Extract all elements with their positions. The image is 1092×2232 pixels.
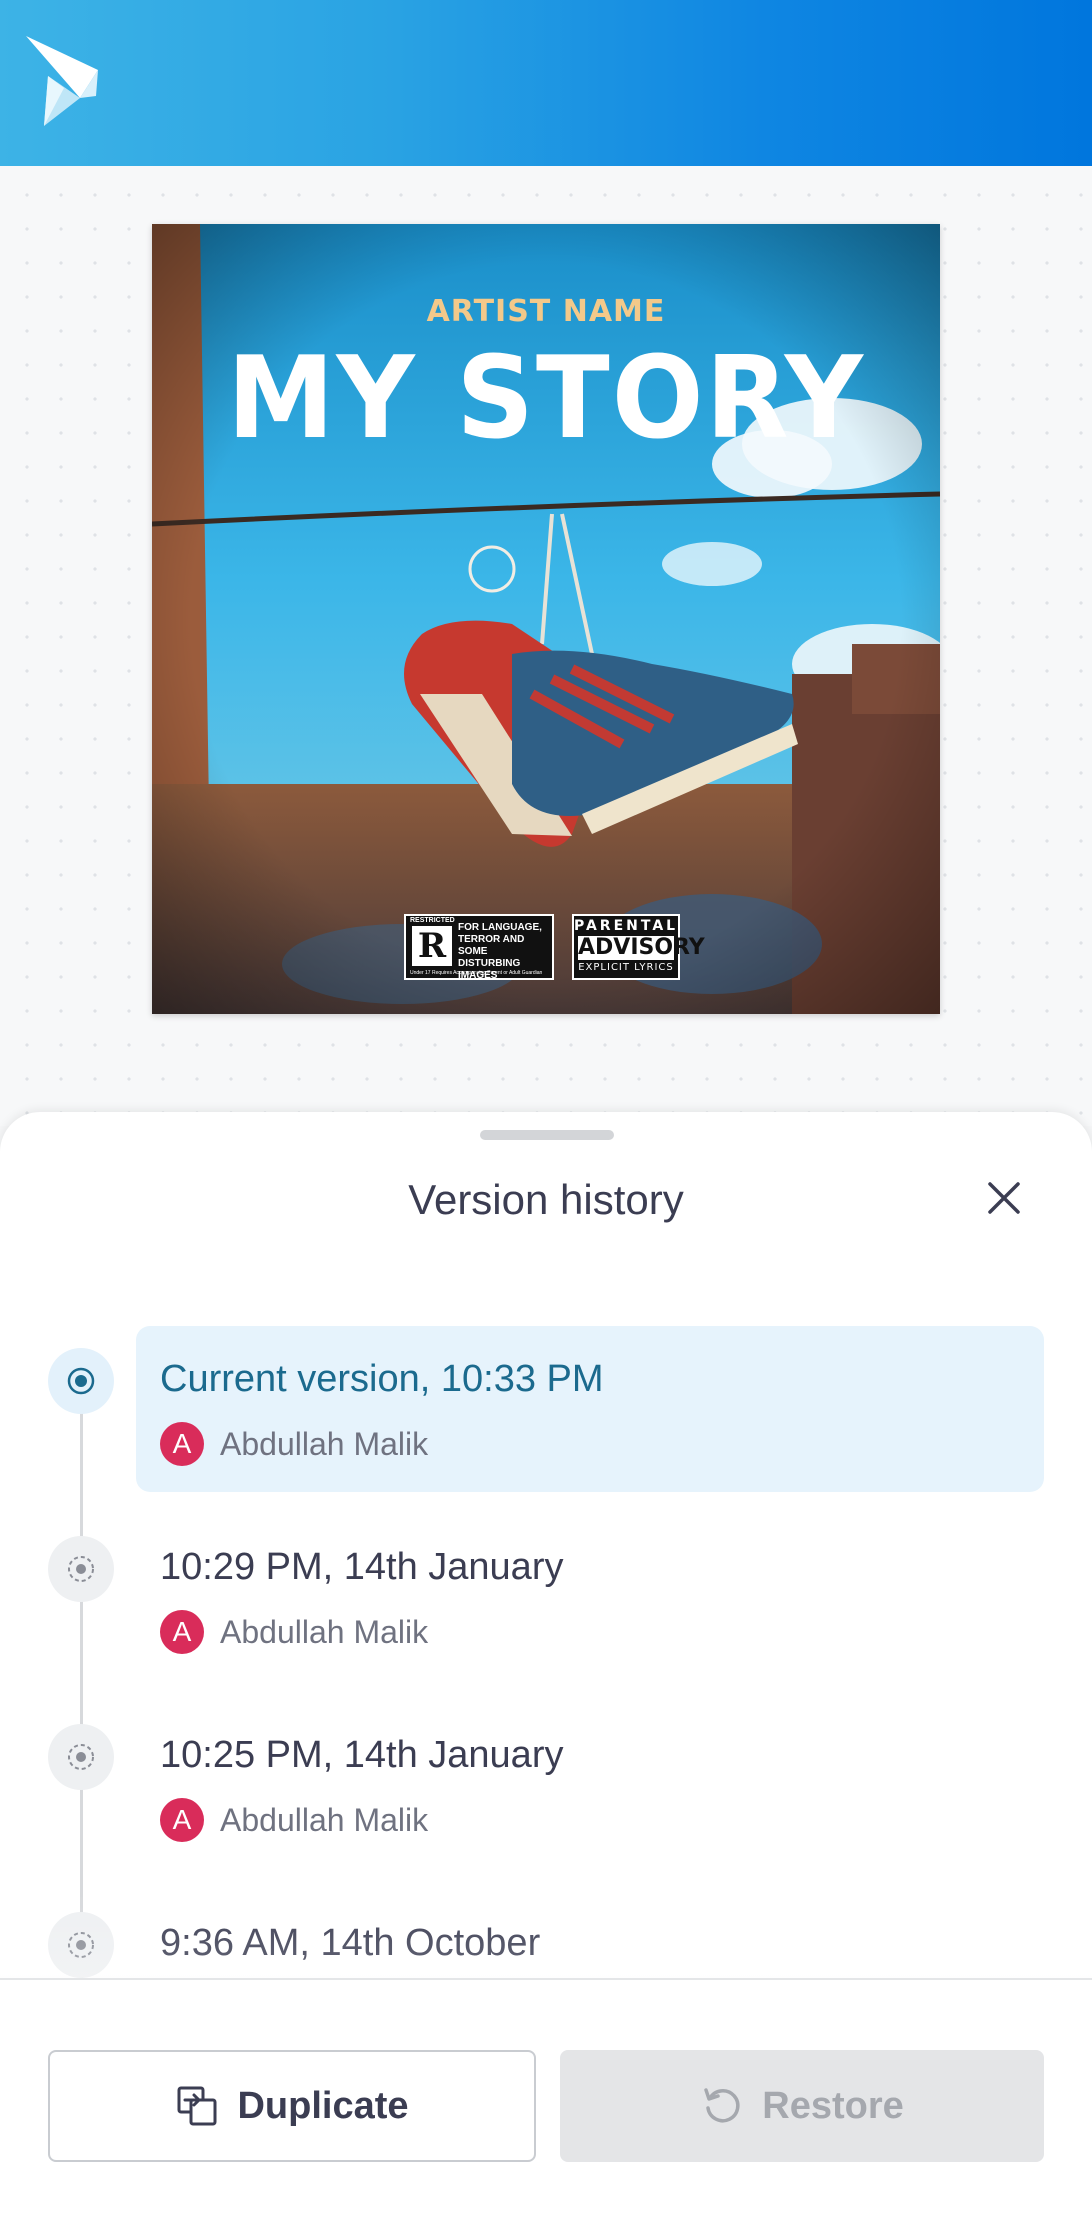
version-time: Current version, 10:33 PM	[160, 1358, 604, 1400]
app-logo-icon[interactable]	[26, 36, 102, 128]
advisory-line2: ADVISORY	[578, 935, 705, 960]
version-dot-icon	[68, 1932, 94, 1958]
version-dot-icon	[68, 1744, 94, 1770]
close-icon	[988, 1182, 1020, 1214]
author-name: Abdullah Malik	[220, 1801, 429, 1838]
sheet-title: Version history	[408, 1176, 684, 1223]
duplicate-button[interactable]: Duplicate	[48, 2050, 536, 2162]
version-item-current[interactable]: Current version, 10:33 PM A Abdullah Mal…	[136, 1326, 1044, 1492]
version-history-sheet: Version history Current version, 10:33 P…	[0, 1112, 1092, 2232]
avatar: A	[160, 1610, 204, 1654]
album-cover-artwork[interactable]: ARTIST NAME MY STORY RESTRICTED R FOR LA…	[152, 224, 940, 1014]
app-header	[0, 0, 1092, 166]
rating-label: RESTRICTED R FOR LANGUAGE, TERROR AND SO…	[404, 914, 554, 981]
sheet-drag-handle[interactable]	[480, 1130, 614, 1140]
close-button[interactable]	[972, 1166, 1036, 1230]
rating-letter: R	[412, 926, 452, 966]
version-author: A Abdullah Malik	[160, 1422, 428, 1466]
version-author: A Abdullah Malik	[160, 1610, 428, 1654]
advisory-line3: EXPLICIT LYRICS	[578, 962, 674, 973]
version-item[interactable]: 10:25 PM, 14th January A Abdullah Malik	[136, 1702, 1044, 1868]
restore-label: Restore	[762, 2084, 904, 2127]
current-version-marker	[48, 1348, 114, 1414]
avatar: A	[160, 1798, 204, 1842]
rating-under-text: Under 17 Requires Accompanying Parent or…	[410, 970, 543, 976]
radio-selected-icon	[67, 1367, 95, 1395]
version-author: A Abdullah Malik	[160, 1798, 428, 1842]
album-artist-text: ARTIST NAME	[426, 294, 666, 329]
version-item[interactable]: 10:29 PM, 14th January A Abdullah Malik	[136, 1514, 1044, 1680]
avatar: A	[160, 1422, 204, 1466]
restore-button[interactable]: Restore	[560, 2050, 1044, 2162]
version-dot-icon	[68, 1556, 94, 1582]
author-name: Abdullah Malik	[220, 1425, 429, 1462]
version-marker	[48, 1536, 114, 1602]
author-name: Abdullah Malik	[220, 1613, 429, 1650]
sheet-footer: Duplicate Restore	[0, 1978, 1092, 2232]
parental-advisory-label: PARENTAL ADVISORY EXPLICIT LYRICS	[572, 914, 705, 980]
advisory-line1: PARENTAL	[574, 918, 679, 934]
restore-icon	[704, 2088, 740, 2123]
version-marker	[48, 1912, 114, 1978]
duplicate-label: Duplicate	[237, 2084, 409, 2127]
version-marker	[48, 1724, 114, 1790]
version-time: 10:29 PM, 14th January	[160, 1546, 564, 1588]
album-title-text: MY STORY	[226, 332, 865, 465]
rating-restricted-text: RESTRICTED	[410, 917, 455, 924]
version-time: 10:25 PM, 14th January	[160, 1734, 564, 1776]
duplicate-icon	[177, 2086, 217, 2126]
version-time: 9:36 AM, 14th October	[160, 1922, 541, 1964]
